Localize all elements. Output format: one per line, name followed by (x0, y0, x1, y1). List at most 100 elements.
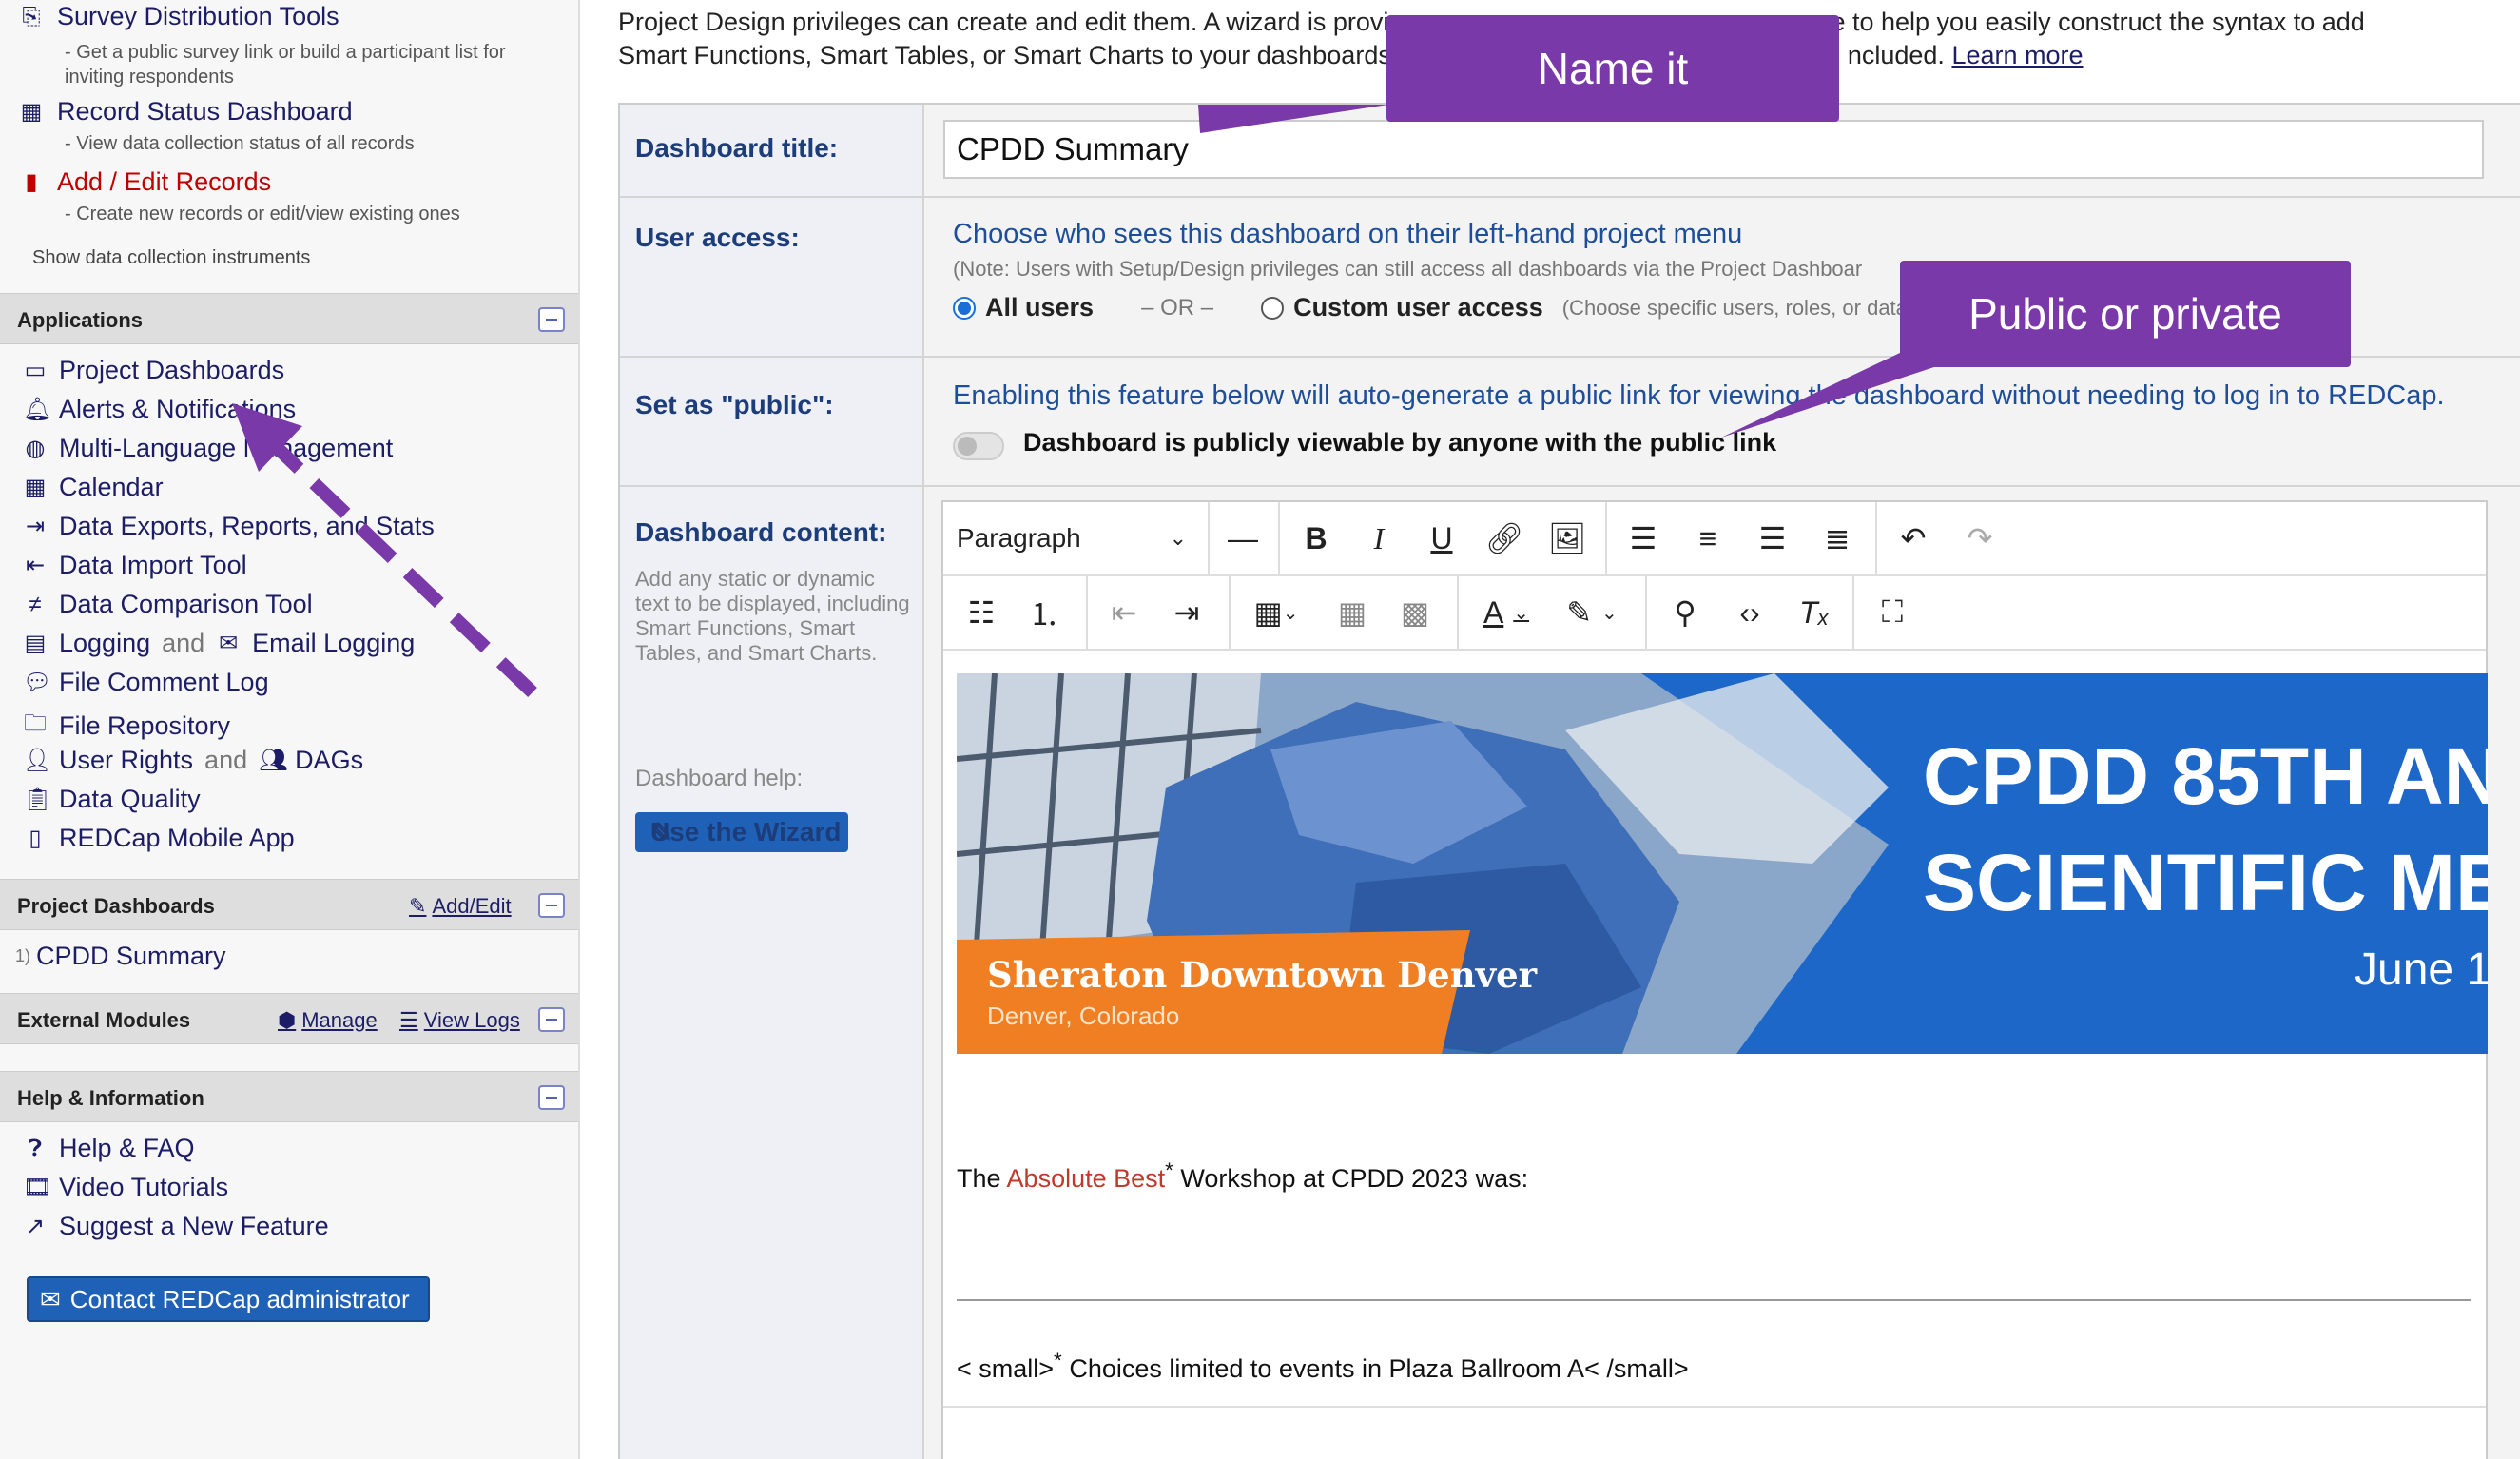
use-wizard-button[interactable]: ✎ Use the Wizard (635, 812, 848, 852)
app-user-rights[interactable]: User Rights (59, 746, 193, 775)
sidebar: ⎘ Survey Distribution Tools - Get a publ… (0, 0, 580, 1459)
file-import-icon: ⇤ (25, 553, 46, 578)
public-toggle[interactable] (953, 432, 1004, 460)
add-edit-records-label[interactable]: Add / Edit Records (57, 167, 271, 197)
bold-icon[interactable]: B (1288, 502, 1345, 574)
record-status-dashboard-link[interactable]: ▦ Record Status Dashboard (19, 97, 353, 126)
underline-icon[interactable]: U (1413, 502, 1470, 574)
ext-view-logs-link[interactable]: ☰ View Logs (399, 1008, 520, 1033)
dashboard-item-number: 1) (15, 946, 31, 965)
image-icon[interactable]: 🖼︎ (1539, 502, 1596, 574)
app-data-exports[interactable]: ⇥ Data Exports, Reports, and Stats (23, 512, 435, 541)
indent-icon[interactable]: ⇥ (1158, 576, 1215, 649)
italic-icon[interactable]: I (1350, 502, 1407, 574)
applications-header: Applications (0, 293, 578, 344)
app-label[interactable]: Data Quality (59, 785, 201, 814)
video-tutorials-link[interactable]: 🎞︎ Video Tutorials (23, 1173, 228, 1202)
text-color-icon[interactable]: A ⌄ (1466, 576, 1546, 649)
align-justify-icon[interactable]: ≣ (1809, 502, 1866, 574)
question-circle-icon: ❓︎ (28, 1135, 43, 1161)
survey-distribution-tools-label[interactable]: Survey Distribution Tools (57, 2, 339, 31)
access-note: (Note: Users with Setup/Design privilege… (953, 257, 1863, 281)
clear-format-icon[interactable]: Tₓ (1786, 576, 1843, 649)
search-icon[interactable]: ⚲ (1657, 576, 1714, 649)
app-data-quality[interactable]: 📋︎ Data Quality (23, 785, 201, 814)
table-cell-icon[interactable]: ▦ (1324, 576, 1381, 649)
app-label[interactable]: File Repository (59, 711, 230, 741)
access-options: All users – OR – Custom user access (Cho… (953, 293, 1925, 322)
app-email-logging[interactable]: Email Logging (252, 629, 415, 658)
app-field-comment-log[interactable]: 💬︎ File Comment Log (23, 668, 269, 697)
applications-collapse-button[interactable] (538, 307, 565, 332)
suggest-feature-link[interactable]: ↗ Suggest a New Feature (23, 1212, 329, 1241)
app-dags[interactable]: DAGs (295, 746, 363, 775)
question-star: * (1165, 1158, 1173, 1182)
public-field-cell: Enabling this feature below will auto-ge… (924, 358, 2520, 485)
dashboards-collapse-button[interactable] (538, 893, 565, 918)
dashboards-add-edit-link[interactable]: ✎ Add/Edit (409, 894, 512, 919)
dashboard-title-input[interactable]: CPDD Summary (943, 120, 2484, 179)
app-label[interactable]: Data Comparison Tool (59, 590, 313, 619)
app-project-dashboards[interactable]: ▭ Project Dashboards (23, 356, 284, 385)
app-label[interactable]: Data Exports, Reports, and Stats (59, 512, 435, 541)
app-label[interactable]: Alerts & Notifications (59, 395, 296, 424)
app-calendar[interactable]: ▦ Calendar (23, 473, 164, 502)
custom-access-radio[interactable] (1261, 296, 1285, 320)
help-label[interactable]: Help & FAQ (59, 1134, 195, 1163)
app-label[interactable]: File Comment Log (59, 668, 269, 697)
help-collapse-button[interactable] (538, 1085, 565, 1110)
app-logging[interactable]: Logging (59, 629, 150, 658)
align-right-icon[interactable]: ☰ (1744, 502, 1801, 574)
horizontal-line-icon[interactable]: — (1219, 502, 1267, 574)
ext-modules-collapse-button[interactable] (538, 1007, 565, 1032)
add-edit-label[interactable]: Add/Edit (432, 894, 511, 919)
outdent-icon[interactable]: ⇤ (1095, 576, 1153, 649)
dashboard-item-label[interactable]: CPDD Summary (36, 942, 226, 971)
all-users-radio[interactable] (953, 296, 976, 320)
access-label: User access: (635, 223, 800, 252)
all-users-label[interactable]: All users (985, 293, 1094, 322)
source-code-icon[interactable]: ‹› (1721, 576, 1778, 649)
and-text: and (204, 746, 248, 774)
paragraph-format-select[interactable]: Paragraph ⌄ (957, 502, 1194, 574)
help-label[interactable]: Suggest a New Feature (59, 1212, 329, 1241)
app-multi-language[interactable]: ◍ Multi-Language Management (23, 434, 394, 463)
app-label[interactable]: Project Dashboards (59, 356, 284, 385)
app-file-repository[interactable]: 🗀︎ File Repository (23, 707, 230, 746)
align-left-icon[interactable]: ☰ (1615, 502, 1672, 574)
table-merge-icon[interactable]: ▩ (1386, 576, 1444, 649)
app-label[interactable]: REDCap Mobile App (59, 824, 295, 853)
survey-distribution-tools-link[interactable]: ⎘ Survey Distribution Tools (19, 2, 339, 31)
app-mobile-app[interactable]: ▯ REDCap Mobile App (23, 824, 295, 853)
bullet-list-icon[interactable]: ☷ (953, 576, 1010, 649)
ext-manage-link[interactable]: ⬢ Manage (278, 1008, 378, 1033)
record-status-dashboard-label[interactable]: Record Status Dashboard (57, 97, 353, 126)
dashboard-list-item[interactable]: 1) CPDD Summary (15, 942, 226, 971)
link-icon[interactable]: 🔗︎ (1476, 502, 1533, 574)
manage-label[interactable]: Manage (301, 1008, 378, 1033)
app-label[interactable]: Data Import Tool (59, 551, 247, 580)
highlight-color-icon[interactable]: ✎ ⌄ (1552, 576, 1632, 649)
help-label[interactable]: Video Tutorials (59, 1173, 228, 1202)
app-data-import[interactable]: ⇤ Data Import Tool (23, 551, 247, 580)
app-label[interactable]: Calendar (59, 473, 164, 502)
custom-access-label[interactable]: Custom user access (1293, 293, 1543, 322)
undo-icon[interactable]: ↶ (1885, 502, 1942, 574)
help-faq-link[interactable]: ❓︎ Help & FAQ (23, 1134, 195, 1163)
table-icon[interactable]: ▦ ⌄ (1238, 576, 1314, 649)
contact-admin-button[interactable]: ✉ Contact REDCap administrator (27, 1276, 430, 1322)
redo-icon[interactable]: ↷ (1951, 502, 2008, 574)
align-center-icon[interactable]: ≡ (1679, 502, 1736, 574)
intro-line-2b: ncluded. (1847, 41, 1945, 69)
add-edit-records-link[interactable]: ▮ Add / Edit Records (19, 167, 271, 197)
rich-text-editor[interactable]: Paragraph ⌄ — B I U 🔗︎ 🖼︎ ☰ ≡ ☰ ≣ ↶ ↷ ☷ … (941, 500, 2488, 1459)
view-logs-label[interactable]: View Logs (424, 1008, 520, 1033)
numbered-list-icon[interactable]: ⒈ (1016, 576, 1073, 649)
app-alerts-notifications[interactable]: 🔔︎ Alerts & Notifications (23, 395, 296, 424)
app-label[interactable]: Multi-Language Management (59, 434, 393, 463)
app-data-comparison[interactable]: ≠ Data Comparison Tool (23, 590, 313, 619)
fullscreen-icon[interactable]: ⛶ (1864, 576, 1921, 649)
show-instruments-link[interactable]: Show data collection instruments (32, 247, 310, 269)
logging-icon: ▤ (24, 631, 47, 656)
learn-more-link[interactable]: Learn more (1951, 41, 2083, 69)
